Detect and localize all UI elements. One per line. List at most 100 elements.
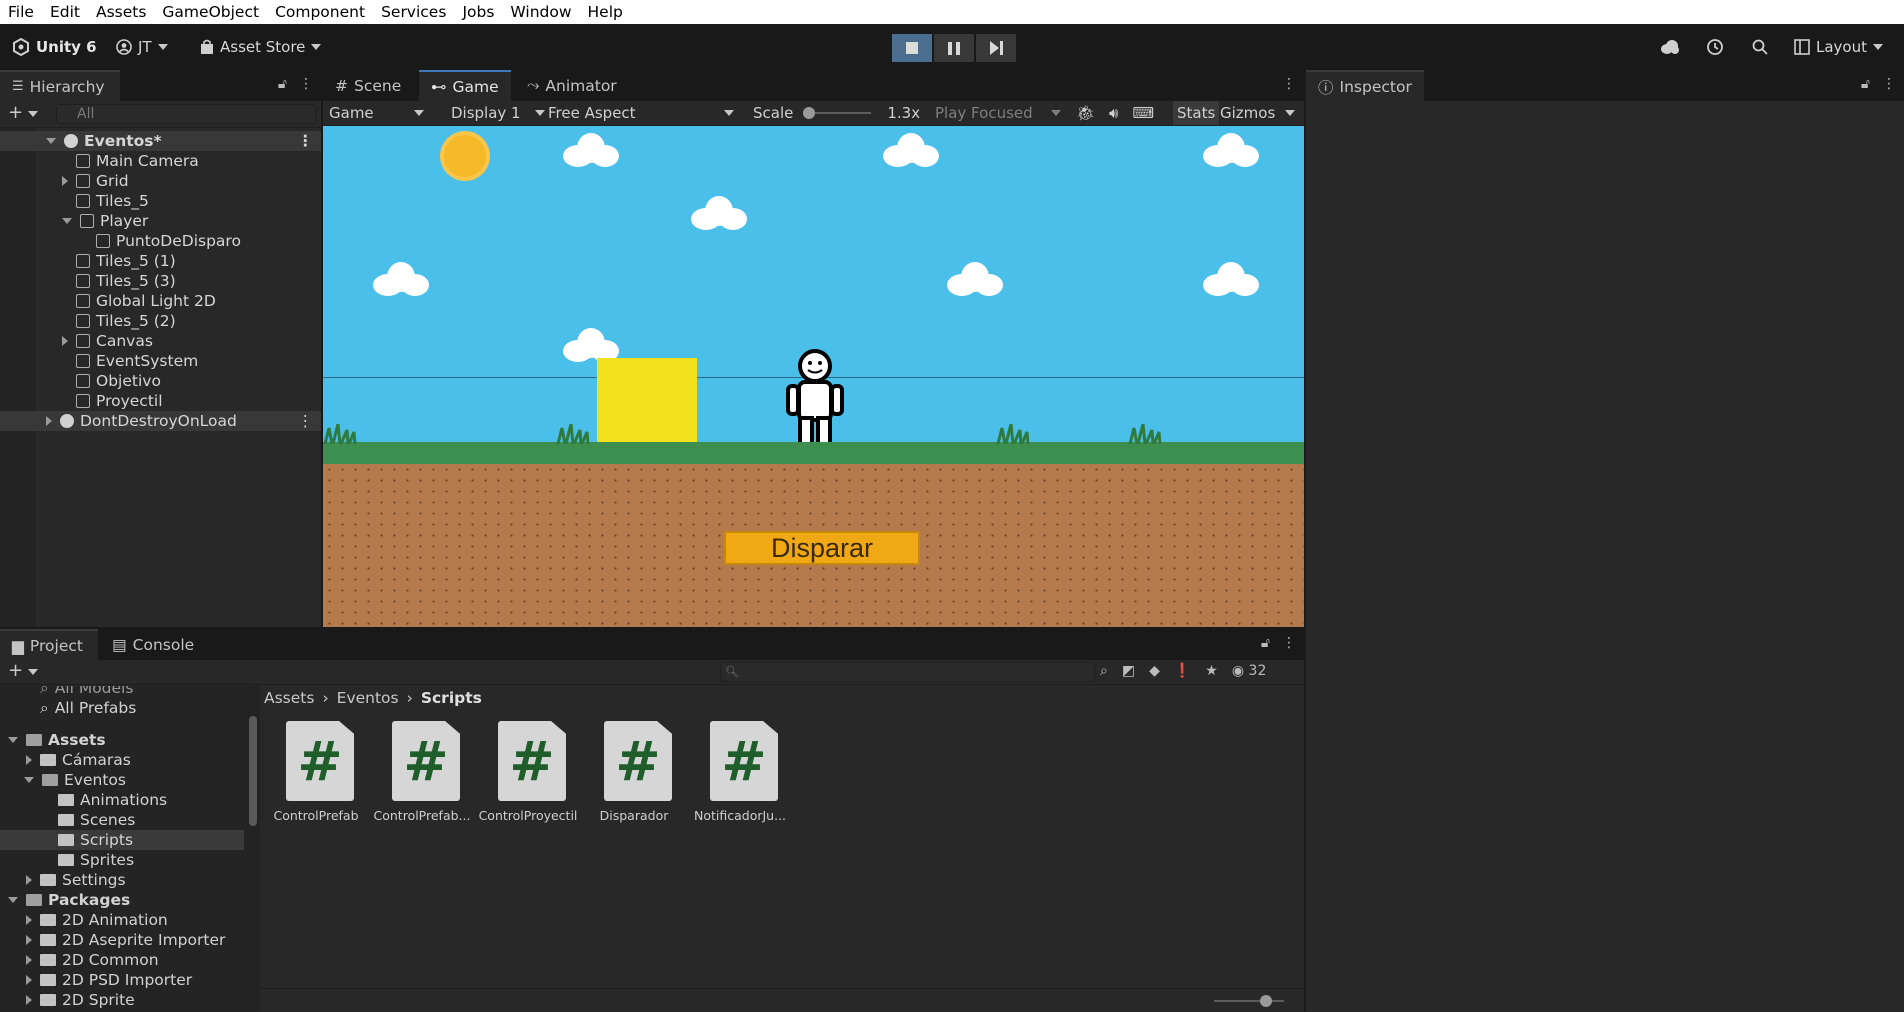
fire-button[interactable]: Disparar — [724, 531, 920, 565]
hierarchy-item[interactable]: Tiles_5 (3) — [0, 271, 321, 291]
game-mode-dropdown[interactable]: Game — [329, 101, 437, 125]
asset-store-dropdown[interactable]: Asset Store — [200, 34, 322, 60]
chevron-down-icon[interactable] — [62, 218, 72, 224]
tree-item-eventos[interactable]: Eventos — [0, 770, 244, 790]
hierarchy-item[interactable]: Tiles_5 (2) — [0, 311, 321, 331]
game-viewport[interactable]: Disparar — [323, 126, 1304, 627]
stop-play-button[interactable] — [892, 34, 932, 62]
hierarchy-item[interactable]: EventSystem — [0, 351, 321, 371]
asset-script[interactable]: # ControlProyectil — [479, 721, 577, 831]
hierarchy-item[interactable]: Global Light 2D — [0, 291, 321, 311]
lock-icon[interactable]: 🔓︎ — [1861, 76, 1870, 92]
tree-item-scenes[interactable]: Scenes — [0, 810, 244, 830]
chevron-down-icon[interactable] — [46, 138, 56, 144]
chevron-right-icon[interactable] — [26, 975, 32, 985]
account-dropdown[interactable]: JT — [116, 34, 168, 60]
chevron-right-icon[interactable] — [26, 755, 32, 765]
log-type-icon[interactable]: ❗ — [1174, 663, 1191, 679]
chevron-right-icon[interactable] — [26, 935, 32, 945]
breadcrumb-assets[interactable]: Assets — [264, 689, 314, 707]
tree-item-packages[interactable]: Packages — [0, 890, 244, 910]
project-search-input[interactable]: 🔍︎ — [720, 662, 1095, 682]
more-options-icon[interactable]: ⋮ — [1282, 76, 1296, 92]
more-options-icon[interactable]: ⋮ — [1882, 76, 1896, 92]
chevron-right-icon[interactable] — [26, 955, 32, 965]
tree-item-camaras[interactable]: Cámaras — [0, 750, 244, 770]
search-button[interactable] — [1752, 34, 1768, 60]
tree-scrollbar[interactable] — [246, 686, 260, 1012]
slider-thumb[interactable] — [1260, 995, 1272, 1007]
tree-item-settings[interactable]: Settings — [0, 870, 244, 890]
bug-icon[interactable]: 🐞︎ — [1076, 104, 1095, 122]
tab-project[interactable]: ▆ Project — [0, 629, 98, 660]
menu-edit[interactable]: Edit — [42, 3, 88, 21]
menu-services[interactable]: Services — [373, 3, 454, 21]
menu-component[interactable]: Component — [267, 3, 373, 21]
hierarchy-search-input[interactable]: All — [56, 104, 316, 124]
breadcrumb-scripts[interactable]: Scripts — [421, 689, 482, 707]
gizmos-dropdown[interactable]: Gizmos — [1220, 101, 1296, 125]
more-options-icon[interactable]: ⋮ — [298, 132, 314, 150]
chevron-right-icon[interactable] — [62, 336, 68, 346]
hierarchy-item[interactable]: Proyectil — [0, 391, 321, 411]
lock-icon[interactable]: 🔓︎ — [278, 76, 287, 92]
tree-item-sprites[interactable]: Sprites — [0, 850, 244, 870]
tab-scene[interactable]: # Scene — [323, 70, 413, 101]
chevron-down-icon[interactable] — [28, 669, 38, 675]
chevron-right-icon[interactable] — [26, 875, 32, 885]
tree-item-package[interactable]: 2D Aseprite Importer — [0, 930, 244, 950]
more-options-icon[interactable]: ⋮ — [1282, 635, 1296, 651]
chevron-right-icon[interactable] — [62, 176, 68, 186]
menu-file[interactable]: File — [0, 3, 42, 21]
play-mode-dropdown[interactable]: Play Focused — [935, 101, 1061, 125]
add-object-button[interactable]: + — [8, 102, 23, 123]
tree-item-package[interactable]: 2D Sprite — [0, 990, 244, 1010]
hierarchy-item[interactable]: Player — [0, 211, 321, 231]
tree-item-scripts[interactable]: Scripts — [0, 830, 244, 850]
hierarchy-item[interactable]: Objetivo — [0, 371, 321, 391]
hierarchy-item[interactable]: Tiles_5 (1) — [0, 251, 321, 271]
tab-inspector[interactable]: ⓘ Inspector — [1306, 70, 1424, 101]
more-options-icon[interactable]: ⋮ — [298, 412, 314, 430]
menu-gameobject[interactable]: GameObject — [154, 3, 267, 21]
favorite-star-icon[interactable]: ★ — [1205, 663, 1218, 679]
menu-window[interactable]: Window — [502, 3, 579, 21]
create-asset-button[interactable]: + — [8, 660, 23, 681]
hierarchy-item[interactable]: Canvas — [0, 331, 321, 351]
hierarchy-item[interactable]: PuntoDeDisparo — [0, 231, 321, 251]
chevron-right-icon[interactable] — [46, 416, 52, 426]
icon-size-slider[interactable] — [1214, 1000, 1284, 1002]
tree-item-all-prefabs[interactable]: ⌕ All Prefabs — [0, 698, 244, 718]
chevron-right-icon[interactable] — [26, 915, 32, 925]
tab-hierarchy[interactable]: ☰ Hierarchy — [0, 70, 120, 101]
history-button[interactable] — [1706, 34, 1724, 60]
filter-type-icon[interactable]: ◩ — [1122, 663, 1135, 679]
menu-help[interactable]: Help — [580, 3, 631, 21]
breadcrumb-eventos[interactable]: Eventos — [337, 689, 399, 707]
hierarchy-item[interactable]: Main Camera — [0, 151, 321, 171]
audio-icon[interactable]: 🔊︎ — [1109, 104, 1118, 122]
tree-item-all-models[interactable]: ⌕ All Models — [0, 686, 244, 698]
scale-slider[interactable] — [803, 107, 872, 119]
label-tag-icon[interactable]: ◆ — [1149, 663, 1160, 679]
hidden-count[interactable]: ◉ 32 — [1232, 663, 1267, 679]
menu-assets[interactable]: Assets — [88, 3, 154, 21]
aspect-dropdown[interactable]: Free Aspect — [548, 101, 740, 125]
tab-console[interactable]: ▤ Console — [100, 629, 206, 660]
hierarchy-item[interactable]: Tiles_5 — [0, 191, 321, 211]
chevron-down-icon[interactable] — [24, 777, 34, 783]
lock-icon[interactable]: 🔓︎ — [1261, 635, 1270, 651]
hierarchy-scene-dontdestroyonload[interactable]: DontDestroyOnLoad ⋮ — [0, 411, 321, 431]
search-by-type-icon[interactable]: ⌕ — [1100, 663, 1108, 679]
more-options-icon[interactable]: ⋮ — [299, 76, 313, 92]
tree-item-package[interactable]: 2D Common — [0, 950, 244, 970]
asset-script[interactable]: # ControlPrefab — [268, 721, 364, 831]
step-button[interactable] — [976, 34, 1016, 62]
unity-version-button[interactable]: Unity 6 — [12, 34, 97, 60]
asset-script[interactable]: # ControlPrefab... — [374, 721, 470, 831]
cloud-button[interactable] — [1660, 34, 1680, 60]
chevron-down-icon[interactable] — [28, 111, 38, 117]
tab-game[interactable]: ⊷ Game — [419, 70, 511, 101]
asset-script[interactable]: # Disparador — [586, 721, 682, 831]
tab-animator[interactable]: ⤳ Animator — [515, 70, 629, 101]
